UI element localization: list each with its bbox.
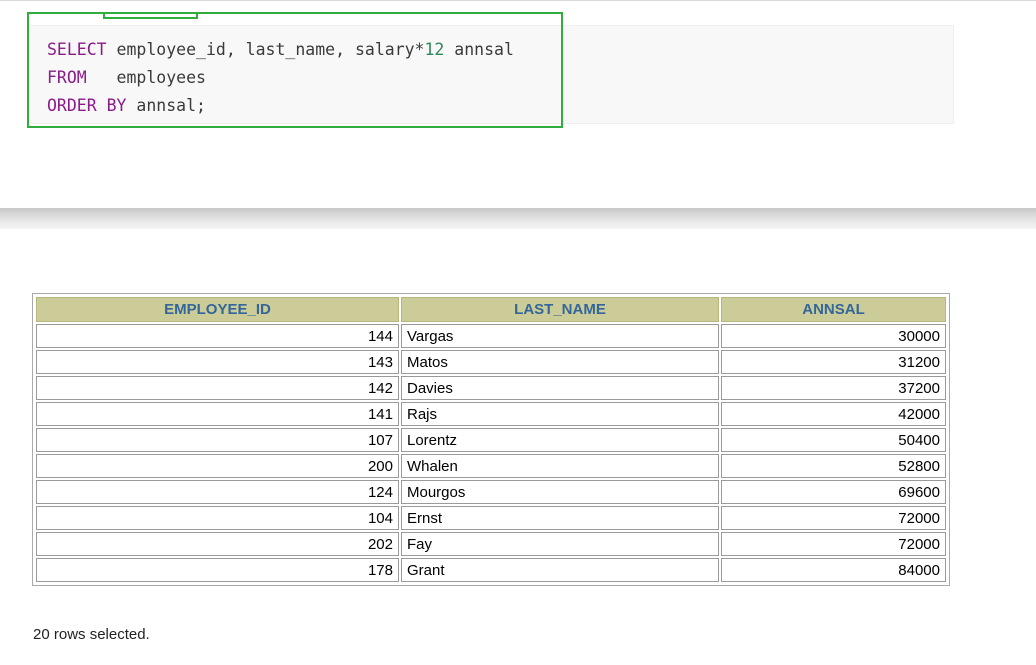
cell-employee-id: 141 bbox=[36, 402, 399, 426]
cell-annsal: 69600 bbox=[721, 480, 946, 504]
cell-annsal: 31200 bbox=[721, 350, 946, 374]
cell-last-name: Whalen bbox=[401, 454, 719, 478]
keyword-from: FROM bbox=[47, 68, 87, 87]
table-row: 141 Rajs 42000 bbox=[36, 402, 946, 426]
cell-last-name: Mourgos bbox=[401, 480, 719, 504]
column-header-annsal: ANNSAL bbox=[721, 297, 946, 322]
cell-last-name: Grant bbox=[401, 558, 719, 582]
cell-annsal: 42000 bbox=[721, 402, 946, 426]
cell-employee-id: 142 bbox=[36, 376, 399, 400]
rows-selected-status: 20 rows selected. bbox=[33, 626, 150, 643]
section-divider bbox=[0, 208, 1036, 229]
cell-annsal: 52800 bbox=[721, 454, 946, 478]
keyword-order-by: ORDER BY bbox=[47, 96, 127, 115]
table-row: 143 Matos 31200 bbox=[36, 350, 946, 374]
table-row: 142 Davies 37200 bbox=[36, 376, 946, 400]
table-row: 144 Vargas 30000 bbox=[36, 324, 946, 348]
table-row: 107 Lorentz 50400 bbox=[36, 428, 946, 452]
column-header-employee-id: EMPLOYEE_ID bbox=[36, 297, 399, 322]
page: SELECT employee_id, last_name, salary*12… bbox=[0, 0, 1036, 665]
top-rule bbox=[0, 0, 1036, 1]
sql-code-block: SELECT employee_id, last_name, salary*12… bbox=[47, 36, 514, 120]
cell-annsal: 30000 bbox=[721, 324, 946, 348]
cell-annsal: 72000 bbox=[721, 532, 946, 556]
result-table-container: EMPLOYEE_ID LAST_NAME ANNSAL 144 Vargas … bbox=[32, 293, 950, 586]
sql-line-3: ORDER BY annsal; bbox=[47, 96, 206, 115]
cell-annsal: 72000 bbox=[721, 506, 946, 530]
column-header-last-name: LAST_NAME bbox=[401, 297, 719, 322]
cell-last-name: Fay bbox=[401, 532, 719, 556]
table-row: 124 Mourgos 69600 bbox=[36, 480, 946, 504]
sql-line-2: FROM employees bbox=[47, 68, 206, 87]
table-row: 202 Fay 72000 bbox=[36, 532, 946, 556]
number-literal: 12 bbox=[424, 40, 445, 59]
table-row: 104 Ernst 72000 bbox=[36, 506, 946, 530]
cell-last-name: Rajs bbox=[401, 402, 719, 426]
cell-employee-id: 200 bbox=[36, 454, 399, 478]
cell-employee-id: 107 bbox=[36, 428, 399, 452]
table-row: 200 Whalen 52800 bbox=[36, 454, 946, 478]
cell-last-name: Matos bbox=[401, 350, 719, 374]
cell-employee-id: 104 bbox=[36, 506, 399, 530]
cell-employee-id: 202 bbox=[36, 532, 399, 556]
cell-annsal: 50400 bbox=[721, 428, 946, 452]
cell-annsal: 37200 bbox=[721, 376, 946, 400]
cell-employee-id: 124 bbox=[36, 480, 399, 504]
sql-line-1: SELECT employee_id, last_name, salary*12… bbox=[47, 40, 514, 59]
cell-last-name: Lorentz bbox=[401, 428, 719, 452]
alias-annsal: annsal bbox=[444, 40, 514, 59]
cell-last-name: Ernst bbox=[401, 506, 719, 530]
table-header-row: EMPLOYEE_ID LAST_NAME ANNSAL bbox=[36, 297, 946, 322]
select-columns: employee_id, last_name, salary* bbox=[106, 40, 425, 59]
cell-employee-id: 178 bbox=[36, 558, 399, 582]
keyword-select: SELECT bbox=[47, 40, 107, 59]
cell-annsal: 84000 bbox=[721, 558, 946, 582]
order-column: annsal; bbox=[126, 96, 206, 115]
table-name: employees bbox=[86, 68, 206, 87]
table-row: 178 Grant 84000 bbox=[36, 558, 946, 582]
result-table: EMPLOYEE_ID LAST_NAME ANNSAL 144 Vargas … bbox=[34, 295, 948, 584]
cell-last-name: Vargas bbox=[401, 324, 719, 348]
cell-employee-id: 143 bbox=[36, 350, 399, 374]
cell-employee-id: 144 bbox=[36, 324, 399, 348]
highlight-tab bbox=[103, 12, 198, 19]
cell-last-name: Davies bbox=[401, 376, 719, 400]
